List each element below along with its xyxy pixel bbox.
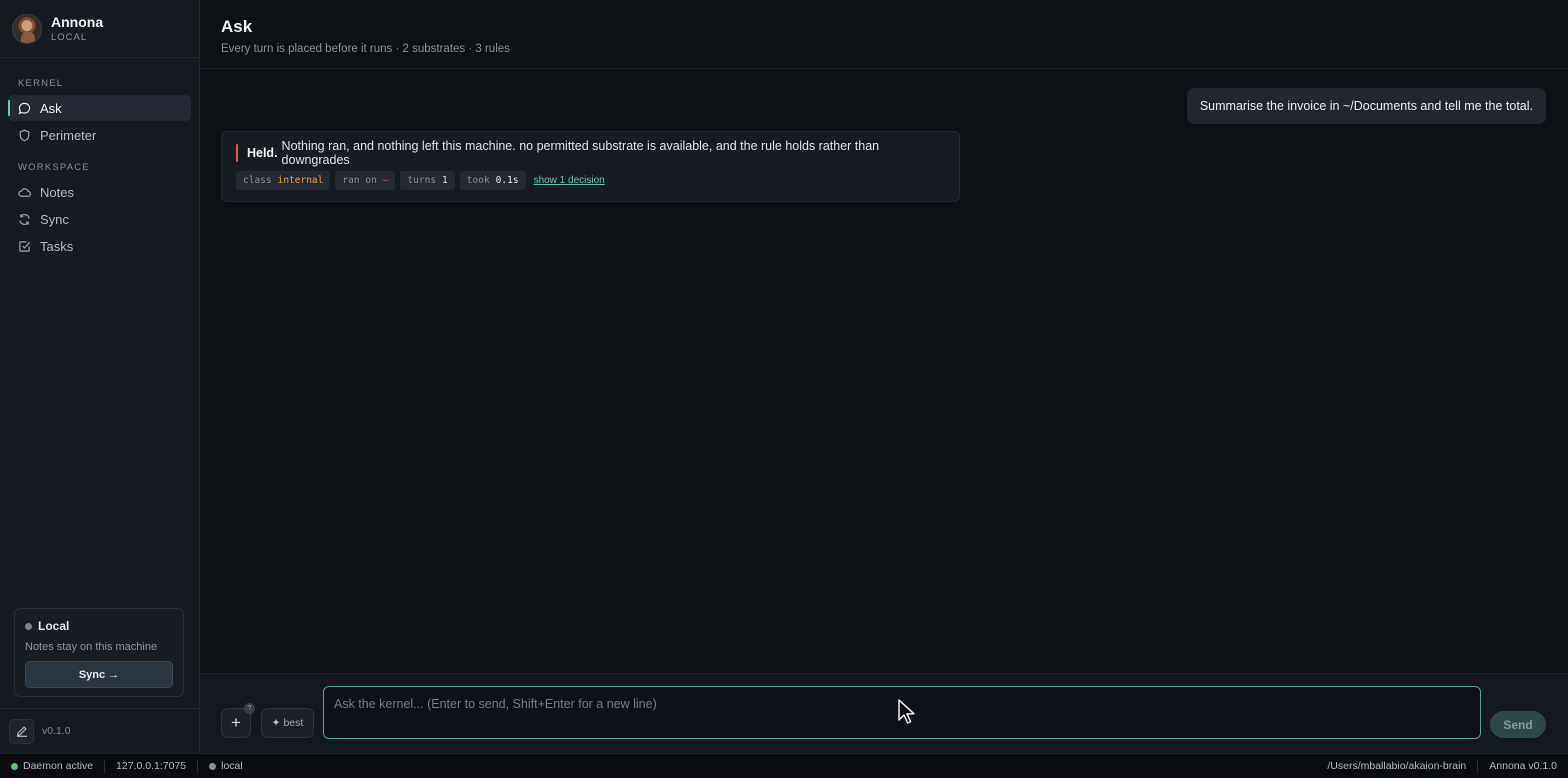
chip-ran-on: ran on — (335, 171, 396, 190)
status-dot-icon (11, 762, 18, 770)
assistant-reply: Held. Nothing ran, and nothing left this… (221, 131, 960, 202)
status-bar-right: /Users/mballabio/akaion-brain Annona v0.… (1316, 759, 1568, 773)
mouse-cursor-icon (898, 699, 915, 724)
app-window: Annona LOCAL KERNEL Ask Perimeter WORKSP… (0, 0, 1568, 753)
chat-bubble-icon (18, 102, 31, 114)
reply-status: Held. (246, 146, 278, 160)
sidebar-item-label: Ask (40, 100, 62, 116)
send-button[interactable]: Send (1490, 711, 1546, 738)
daemon-address: 127.0.0.1:7075 (105, 759, 199, 773)
section-label-workspace: WORKSPACE (18, 162, 90, 173)
local-mode-label: Local (38, 619, 70, 633)
chip-key: class (243, 175, 272, 186)
sidebar-item-ask[interactable]: Ask (8, 95, 191, 121)
chip-value: 0.1s (495, 175, 519, 186)
sidebar-item-label: Notes (40, 184, 74, 200)
model-select-label: best (283, 717, 304, 729)
page-subtitle: Every turn is placed before it runs · 2 … (221, 43, 510, 55)
held-indicator (236, 144, 238, 162)
composer: + ? ✦ best Send (200, 673, 1568, 753)
chip-turns: turns 1 (400, 171, 455, 190)
section-label-kernel: KERNEL (18, 78, 64, 89)
sidebar: Annona LOCAL KERNEL Ask Perimeter WORKSP… (0, 0, 200, 753)
local-mode-note: Notes stay on this machine (25, 641, 158, 653)
sidebar-item-sync[interactable]: Sync (8, 206, 191, 232)
cloud-icon (18, 187, 31, 197)
sidebar-item-tasks[interactable]: Tasks (8, 233, 191, 259)
model-select-button[interactable]: ✦ best (261, 708, 314, 738)
reply-text: Nothing ran, and nothing left this machi… (281, 139, 880, 167)
reply-meta-chips: class internal ran on — turns 1 took 0.1… (236, 171, 947, 190)
chip-value: internal (277, 175, 324, 186)
pencil-icon (16, 726, 27, 737)
workspace-path: /Users/mballabio/akaion-brain (1316, 759, 1479, 773)
sidebar-item-label: Sync (40, 211, 69, 227)
daemon-status-label: Daemon active (23, 760, 94, 772)
chip-key: took (466, 175, 490, 186)
local-mode-card: Local Notes stay on this machine Sync → (14, 608, 184, 697)
sidebar-footer: v0.1.0 (0, 708, 199, 753)
sidebar-item-label: Perimeter (40, 127, 97, 143)
chip-value: — (382, 175, 389, 186)
refresh-icon (19, 213, 30, 225)
show-decision-link[interactable]: show 1 decision (534, 175, 605, 186)
avatar[interactable] (12, 13, 42, 44)
sparkle-icon: ✦ (271, 717, 281, 729)
main-panel: Ask Every turn is placed before it runs … (200, 0, 1568, 753)
mode-status-label: local (221, 760, 243, 772)
page-title: Ask (221, 17, 253, 36)
status-bar: Daemon active 127.0.0.1:7075 local /User… (0, 753, 1568, 778)
sidebar-item-perimeter[interactable]: Perimeter (8, 122, 191, 148)
brand-text: Annona LOCAL (51, 14, 103, 43)
reply-text-line: Held. Nothing ran, and nothing left this… (236, 139, 947, 167)
local-mode-title: Local (25, 619, 173, 633)
edit-button[interactable] (9, 718, 34, 744)
brand: Annona LOCAL (0, 0, 199, 58)
sidebar-item-label: Tasks (40, 238, 74, 254)
sidebar-version: v0.1.0 (42, 725, 71, 737)
daemon-status: Daemon active (0, 759, 106, 773)
help-badge[interactable]: ? (244, 703, 255, 714)
sidebar-item-notes[interactable]: Notes (8, 179, 191, 205)
chip-class: class internal (236, 171, 331, 190)
status-dot-icon (25, 622, 32, 630)
user-message: Summarise the invoice in ~/Documents and… (1186, 88, 1546, 124)
brand-mode: LOCAL (51, 32, 88, 43)
brand-name: Annona (51, 14, 104, 30)
chip-took: took 0.1s (459, 171, 526, 190)
sync-button[interactable]: Sync → (25, 661, 173, 688)
chip-key: turns (407, 175, 437, 186)
mode-status: local (198, 760, 254, 773)
page-header: Ask Every turn is placed before it runs … (200, 0, 1568, 69)
app-version: Annona v0.1.0 (1489, 760, 1557, 772)
status-dot-icon (209, 762, 217, 770)
chip-key: ran on (342, 175, 377, 186)
chip-value: 1 (442, 175, 448, 186)
checkbox-icon (19, 240, 31, 252)
shield-icon (19, 129, 30, 141)
